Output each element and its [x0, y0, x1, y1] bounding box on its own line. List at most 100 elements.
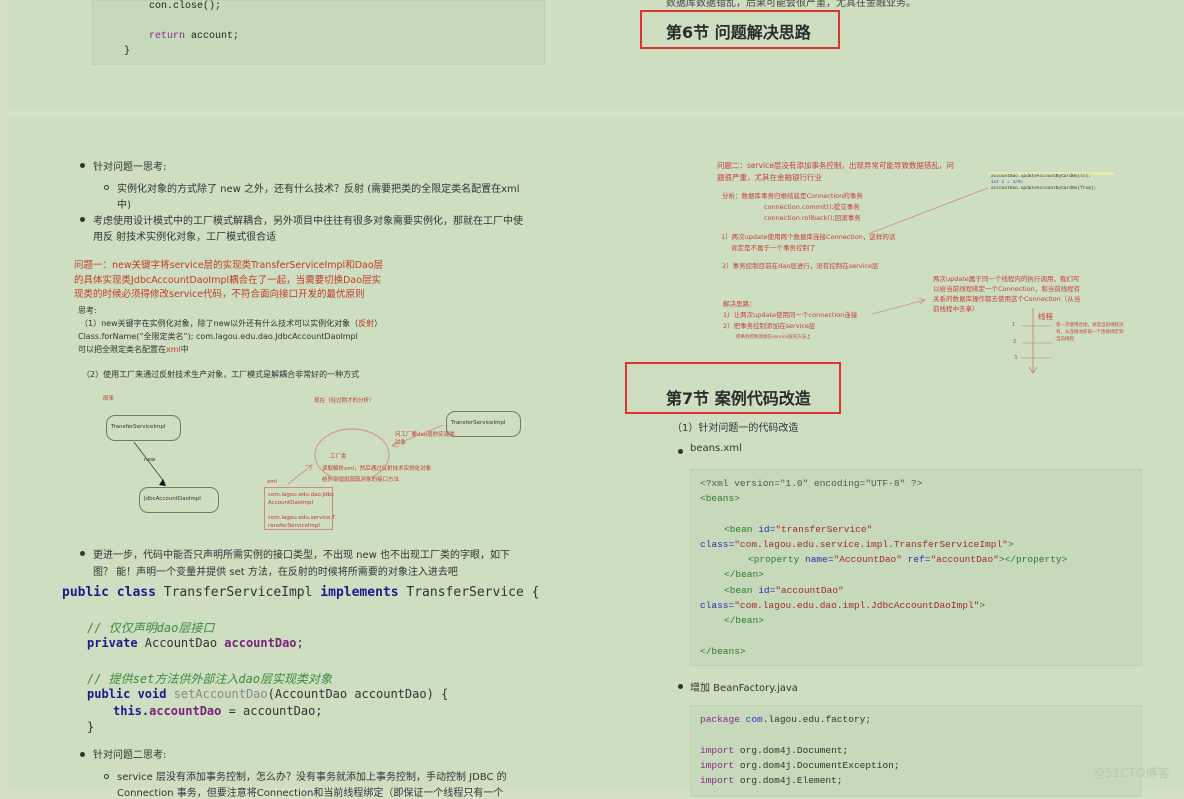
bullet [80, 551, 85, 556]
solution-label: 解决思路： [723, 300, 756, 308]
snippet-line: accountDao.updateAccountByCardNo(from); [991, 186, 1097, 191]
xml-line: <beans> [700, 493, 740, 504]
annotation-arrow [871, 299, 926, 315]
thread-note: 前线程中去拿） [933, 305, 979, 313]
watermark: @51CTO博客 [1093, 766, 1170, 780]
code-text: ; [296, 636, 304, 650]
bullet [678, 684, 683, 689]
java-line: } [87, 720, 95, 734]
keyword: public class [62, 585, 156, 600]
xml-tag: > [979, 600, 986, 611]
xml-tag: <bean [724, 585, 759, 596]
xml-line: class="com.lagou.edu.service.impl.Transf… [700, 539, 1014, 550]
java-comment: // 仅仅声明dao层接口 [87, 621, 215, 635]
keyword: private [87, 636, 138, 650]
snippet-line: int c = 1/0; [991, 180, 1024, 185]
beans-xml-code-block [690, 469, 1142, 666]
diagram-arrow-new [133, 441, 166, 484]
xml-line: </bean> [724, 569, 764, 580]
code-text: org.dom4j.DocumentException; [739, 760, 900, 771]
xml-attr: class= [700, 539, 735, 550]
sub-bullet-text: service 层没有添加事务控制，怎么办？没有事务就添加上事务控制，手动控制 … [117, 772, 507, 783]
xml-value: "transferService" [775, 524, 873, 535]
xml-attr: id= [758, 585, 776, 596]
method-name: setAccountDao [166, 687, 268, 701]
java-line: this.accountDao = accountDao; [113, 704, 323, 718]
solution-note: 把事务控制添加在service层的方法上 [736, 335, 811, 340]
annotation-arrow [867, 187, 989, 235]
thread-note: 两次update属于同一个线程内的执行调用，我们可 [933, 275, 1080, 283]
code-text: TransferServiceImpl [155, 585, 321, 600]
thread-tick-label: 1 [1012, 322, 1016, 328]
xml-line: </bean> [724, 615, 764, 626]
analysis-text: connection.commit();提交事务 [764, 203, 860, 211]
sub-bullet [104, 774, 109, 779]
xml-line: <bean id="accountDao" [724, 585, 844, 596]
xml-line: </beans> [700, 646, 746, 657]
java-import-line: import org.dom4j.Document; [700, 745, 848, 756]
field: accountDao [149, 704, 222, 718]
diagram-arrowhead [391, 440, 400, 448]
field: accountDao [224, 636, 297, 650]
xml-tag: <property [748, 554, 806, 565]
xml-value: "com.lagou.edu.dao.impl.JdbcAccountDaoIm… [734, 600, 980, 611]
xml-value: "com.lagou.edu.service.impl.TransferServ… [734, 539, 1008, 550]
java-line: private AccountDao accountDao; [87, 636, 304, 650]
xml-attr: id= [758, 524, 776, 535]
xml-attr: name= [805, 554, 834, 565]
xml-tag: ></property> [998, 554, 1068, 565]
bullet-text: 针对问题二思考: [93, 750, 167, 761]
xml-value: "AccountDao" [833, 554, 902, 565]
diagram-arrow-xml [287, 464, 313, 485]
xml-value: "accountDao" [775, 585, 844, 596]
thread-tick-note: 第一次使用连接，发现当前线程没 [1056, 323, 1124, 328]
xml-line: class="com.lagou.edu.dao.impl.JdbcAccoun… [700, 600, 985, 611]
bullet-text: 更进一步，代码中能否只声明所需实例的接口类型，不出现 new 也不出现工厂类的字… [93, 550, 511, 561]
xml-value: "accountDao" [930, 554, 999, 565]
xml-tag: <bean [724, 524, 759, 535]
analysis-text: 分析：数据库事务归根结底是Connection的事务 [722, 192, 863, 200]
java-comment: // 提供set方法供外部注入dao层实现类对象 [87, 672, 333, 686]
code-text: TransferService { [398, 585, 540, 600]
bullet-text: 图？ 能！声明一个变量并提供 set 方法，在反射的时候将所需要的对象注入进去吧 [93, 567, 458, 578]
diagram-arrow-ask [391, 424, 444, 447]
code-text: org.dom4j.Document; [739, 745, 849, 756]
problem2-text: 题很严重，尤其在金融银行行业 [717, 173, 822, 182]
bullet-text: beans.xml [690, 443, 742, 454]
sub-bullet-text: Connection 事务，但要注意将Connection和当前线程绑定（即保证… [117, 788, 504, 799]
keyword: this. [113, 704, 150, 718]
thread-tick-label: 2 [1013, 339, 1017, 345]
problem2-text: 问题二：service层没有添加事务控制，出现异常可能导致数据错乱，问 [717, 161, 954, 170]
bullet [80, 752, 85, 757]
java-line: public void setAccountDao(AccountDao acc… [87, 687, 448, 701]
java-line: public class TransferServiceImpl impleme… [62, 585, 539, 600]
point-text: 1）两次update使用两个数据库连接Connection，这样的话 [721, 233, 896, 241]
keyword: public void [87, 687, 167, 701]
code-text: (AccountDao accountDao) { [267, 687, 449, 701]
java-import-line: import org.dom4j.DocumentException; [700, 760, 900, 771]
xml-attr: class= [700, 600, 735, 611]
sub-heading: （1）针对问题一的代码改造 [672, 423, 799, 434]
xml-tag: > [1007, 539, 1014, 550]
keyword: package [700, 714, 740, 725]
keyword: import [700, 775, 735, 786]
bullet-text: 增加 BeanFactory.java [690, 683, 798, 694]
java-import-line: import org.dom4j.Element; [700, 775, 843, 786]
code-text: = accountDao; [221, 704, 323, 718]
thread-note: 以给当前线程绑定一个Connection，和当前线程有 [933, 285, 1081, 293]
solution-text: 1）让两次update使用同一个connection连接 [723, 311, 858, 319]
code-text: org.dom4j.Element; [739, 775, 843, 786]
xml-line: <bean id="transferService" [724, 524, 872, 535]
keyword: import [700, 760, 735, 771]
package-root: com [739, 714, 763, 725]
bullet [678, 449, 683, 454]
thread-note: 关系的数据库操作都去使用这个Connection（从当 [933, 295, 1081, 303]
section7-heading: 第7节 案例代码改造 [666, 389, 811, 408]
keyword: implements [320, 585, 399, 600]
point-text: 2）事务控制目前在dao层进行，没有控制在service层 [722, 262, 879, 270]
code-text: .lagou.edu.factory; [762, 714, 872, 725]
solution-text: 2）把事务控制添加在service层 [723, 322, 816, 330]
keyword: import [700, 745, 735, 756]
xml-attr: ref= [901, 554, 931, 565]
code-text: AccountDao [137, 636, 225, 650]
